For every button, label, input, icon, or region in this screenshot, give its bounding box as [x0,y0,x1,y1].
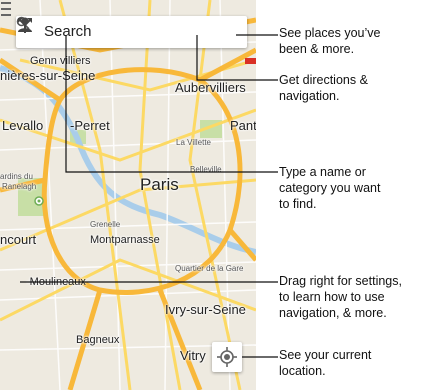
callout-line: navigation, & more. [279,306,387,320]
callout-line: navigation. [279,89,340,103]
callout-line: See places you’ve [279,26,381,40]
callout-search: Type a name or category you want to find… [279,164,421,212]
callout-line: Get directions & [279,73,368,87]
callout-menu: Drag right for settings, to learn how to… [279,273,421,321]
callout-line: See your current [279,348,372,362]
callout-location: See your current location. [279,347,421,379]
callout-line: Type a name or [279,165,366,179]
callout-line: to find. [279,197,317,211]
callout-line: to learn how to use [279,290,385,304]
callout-line: Drag right for settings, [279,274,402,288]
callout-directions: Get directions & navigation. [279,72,421,104]
callout-account: See places you’ve been & more. [279,25,421,57]
callout-line: location. [279,364,326,378]
callout-line: category you want [279,181,381,195]
callout-line: been & more. [279,42,355,56]
